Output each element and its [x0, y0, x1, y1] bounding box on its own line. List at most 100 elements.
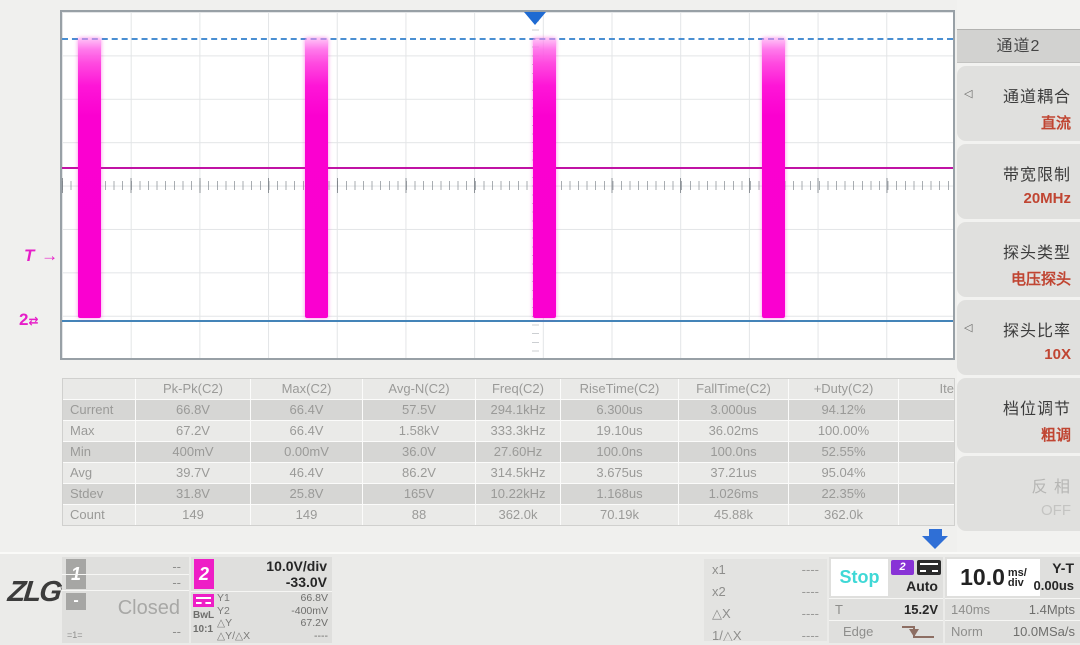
table-cell: 314.5kHz: [476, 463, 560, 483]
x-cursor-label: x1: [712, 561, 726, 579]
table-cell: 100.00%: [789, 421, 898, 441]
table-cell: 22.35%: [789, 484, 898, 504]
cursor-readout-row: △Y 67.2V: [217, 617, 328, 630]
trigger-level-value: 15.2V: [904, 602, 938, 617]
channel1-bottom-value: --: [172, 624, 181, 639]
cursor-value: -400mV: [291, 605, 328, 618]
menu-item-通道耦合[interactable]: ◁通道耦合直流: [957, 66, 1080, 141]
table-cell: 86.2V: [363, 463, 475, 483]
channel1-status-block[interactable]: 1 -- -- - Closed =1= --: [62, 557, 189, 643]
table-header-cell: Pk-Pk(C2): [136, 379, 250, 399]
acquisition-mode: Norm: [951, 624, 983, 639]
table-row: Max67.2V66.4V1.58kV333.3kHz19.10us36.02m…: [63, 421, 954, 441]
trigger-level-label: T: [835, 602, 843, 617]
x-cursor-label: x2: [712, 583, 726, 601]
channel2-zero-marker[interactable]: 2⇄: [19, 310, 39, 330]
memory-depth: 1.4Mpts: [1029, 602, 1075, 617]
cursor-readout-row: △Y/△X ----: [217, 630, 328, 643]
channel2-status-block[interactable]: 2 10.0V/div -33.0V BwL 10:1 Y166.8VY2-40…: [191, 557, 332, 643]
table-cell: 31.8V: [136, 484, 250, 504]
horizontal-delay: 0.00us: [1034, 578, 1074, 593]
cursor-readout-row: Y166.8V: [217, 592, 328, 605]
table-cell: 45.88k: [679, 505, 788, 525]
table-cell: 66.4V: [251, 400, 362, 420]
trigger-coupling-dc-icon: [917, 560, 941, 575]
table-cell: 165V: [363, 484, 475, 504]
table-cell: 6.300us: [561, 400, 678, 420]
cursor-line-y2[interactable]: [62, 320, 953, 322]
timebase-scale-box[interactable]: 10.0 ms/div: [947, 559, 1040, 596]
menu-item-档位调节[interactable]: 档位调节粗调: [957, 378, 1080, 453]
table-row-label: Max: [63, 421, 135, 441]
menu-item-label: 带宽限制: [1003, 161, 1071, 185]
x-cursor-value: ----: [802, 583, 819, 601]
cursor-value: 67.2V: [301, 617, 328, 630]
menu-item-value: OFF: [1041, 502, 1071, 519]
table-cell: [899, 400, 954, 420]
trigger-position-marker[interactable]: [524, 12, 546, 25]
table-cell: 100.0ns: [561, 442, 678, 462]
menu-item-带宽限制[interactable]: 带宽限制 20MHz: [957, 144, 1080, 219]
cursor-label: △Y: [217, 617, 232, 630]
cursor-value: 66.8V: [301, 592, 328, 605]
channel1-row1: --: [172, 559, 181, 574]
sample-rate: 10.0MSa/s: [1013, 624, 1075, 639]
menu-item-value: 20MHz: [1023, 190, 1071, 207]
table-row: Current66.8V66.4V57.5V294.1kHz6.300us3.0…: [63, 400, 954, 420]
cursor-line-y1[interactable]: [62, 38, 953, 40]
table-cell: 0.00mV: [251, 442, 362, 462]
status-bar: ZLG® 1 -- -- - Closed =1= -- 2 10.0V/div…: [0, 552, 1080, 645]
timebase-status-block[interactable]: 10.0 ms/div Y-T 0.00us 140ms 1.4Mpts Nor…: [945, 557, 1080, 643]
channel-menu: 通道2 ◁通道耦合直流带宽限制 20MHz 探头类型电压探头◁探头比率10X档位调节…: [957, 0, 1080, 552]
channel2-cursor-readouts: Y166.8VY2 -400mV △Y 67.2V △Y/△X ----: [217, 592, 328, 642]
pulse-burst-2: [305, 38, 328, 318]
channel1-minus-badge: -: [66, 593, 86, 610]
table-header-cell: Max(C2): [251, 379, 362, 399]
cursor-value: ----: [314, 630, 328, 643]
table-header-cell: Ite: [899, 379, 954, 399]
table-cell: 46.4V: [251, 463, 362, 483]
table-cell: 400mV: [136, 442, 250, 462]
menu-item-反相: 反 相OFF: [957, 456, 1080, 531]
trigger-level-marker[interactable]: T →: [24, 246, 59, 266]
table-cell: 3.000us: [679, 400, 788, 420]
channel2-zero-arrow-icon: ⇄: [28, 314, 38, 328]
table-cell: 362.0k: [476, 505, 560, 525]
table-cell: 1.58kV: [363, 421, 475, 441]
pulse-burst-3: [533, 38, 556, 318]
x-cursor-label: △X: [712, 605, 731, 623]
channel2-probe-ratio: 10:1: [193, 624, 213, 635]
channel2-offset: -33.0V: [286, 574, 327, 590]
table-row: Stdev31.8V25.8V165V10.22kHz1.168us1.026m…: [63, 484, 954, 504]
menu-item-探头类型[interactable]: 探头类型电压探头: [957, 222, 1080, 297]
table-cell: 36.02ms: [679, 421, 788, 441]
channel1-row2: --: [172, 575, 181, 590]
x-cursor-label: 1/△X: [712, 627, 742, 641]
pulse-burst-4: [762, 38, 785, 318]
waveform-plot[interactable]: [60, 10, 955, 360]
table-cell: 149: [136, 505, 250, 525]
trigger-status-block[interactable]: Stop 2 Auto T 15.2V Edge: [829, 557, 943, 643]
menu-title: 通道2: [957, 29, 1080, 63]
cursor-label: △Y/△X: [217, 630, 250, 643]
table-cell: 70.19k: [561, 505, 678, 525]
channel1-status: Closed: [118, 597, 180, 620]
table-scroll-down-arrow-icon[interactable]: [929, 529, 942, 536]
x-cursor-row: 1/△X----: [704, 625, 827, 641]
channel2-scale: 10.0V/div: [266, 558, 327, 574]
table-cell: 57.5V: [363, 400, 475, 420]
table-cell: 362.0k: [789, 505, 898, 525]
x-cursor-value: ----: [802, 605, 819, 623]
table-cell: 94.12%: [789, 400, 898, 420]
run-state[interactable]: Stop: [831, 559, 888, 596]
menu-item-探头比率[interactable]: ◁探头比率10X: [957, 300, 1080, 375]
table-row: Count14914988362.0k70.19k45.88k362.0k: [63, 505, 954, 525]
cursor-label: Y2: [217, 605, 230, 618]
zlg-logo: ZLG®: [6, 576, 69, 609]
falling-edge-icon: [899, 623, 937, 641]
trigger-mode: Auto: [906, 578, 938, 594]
oscilloscope-screen: T → 2⇄ Pk-Pk(C2)Max(C2)Avg-N(C2)Freq(C2)…: [0, 0, 1080, 645]
table-row: Avg39.7V46.4V86.2V314.5kHz3.675us37.21us…: [63, 463, 954, 483]
x-cursor-block[interactable]: x1----x2----△X----1/△X----: [704, 559, 827, 641]
table-cell: 66.8V: [136, 400, 250, 420]
